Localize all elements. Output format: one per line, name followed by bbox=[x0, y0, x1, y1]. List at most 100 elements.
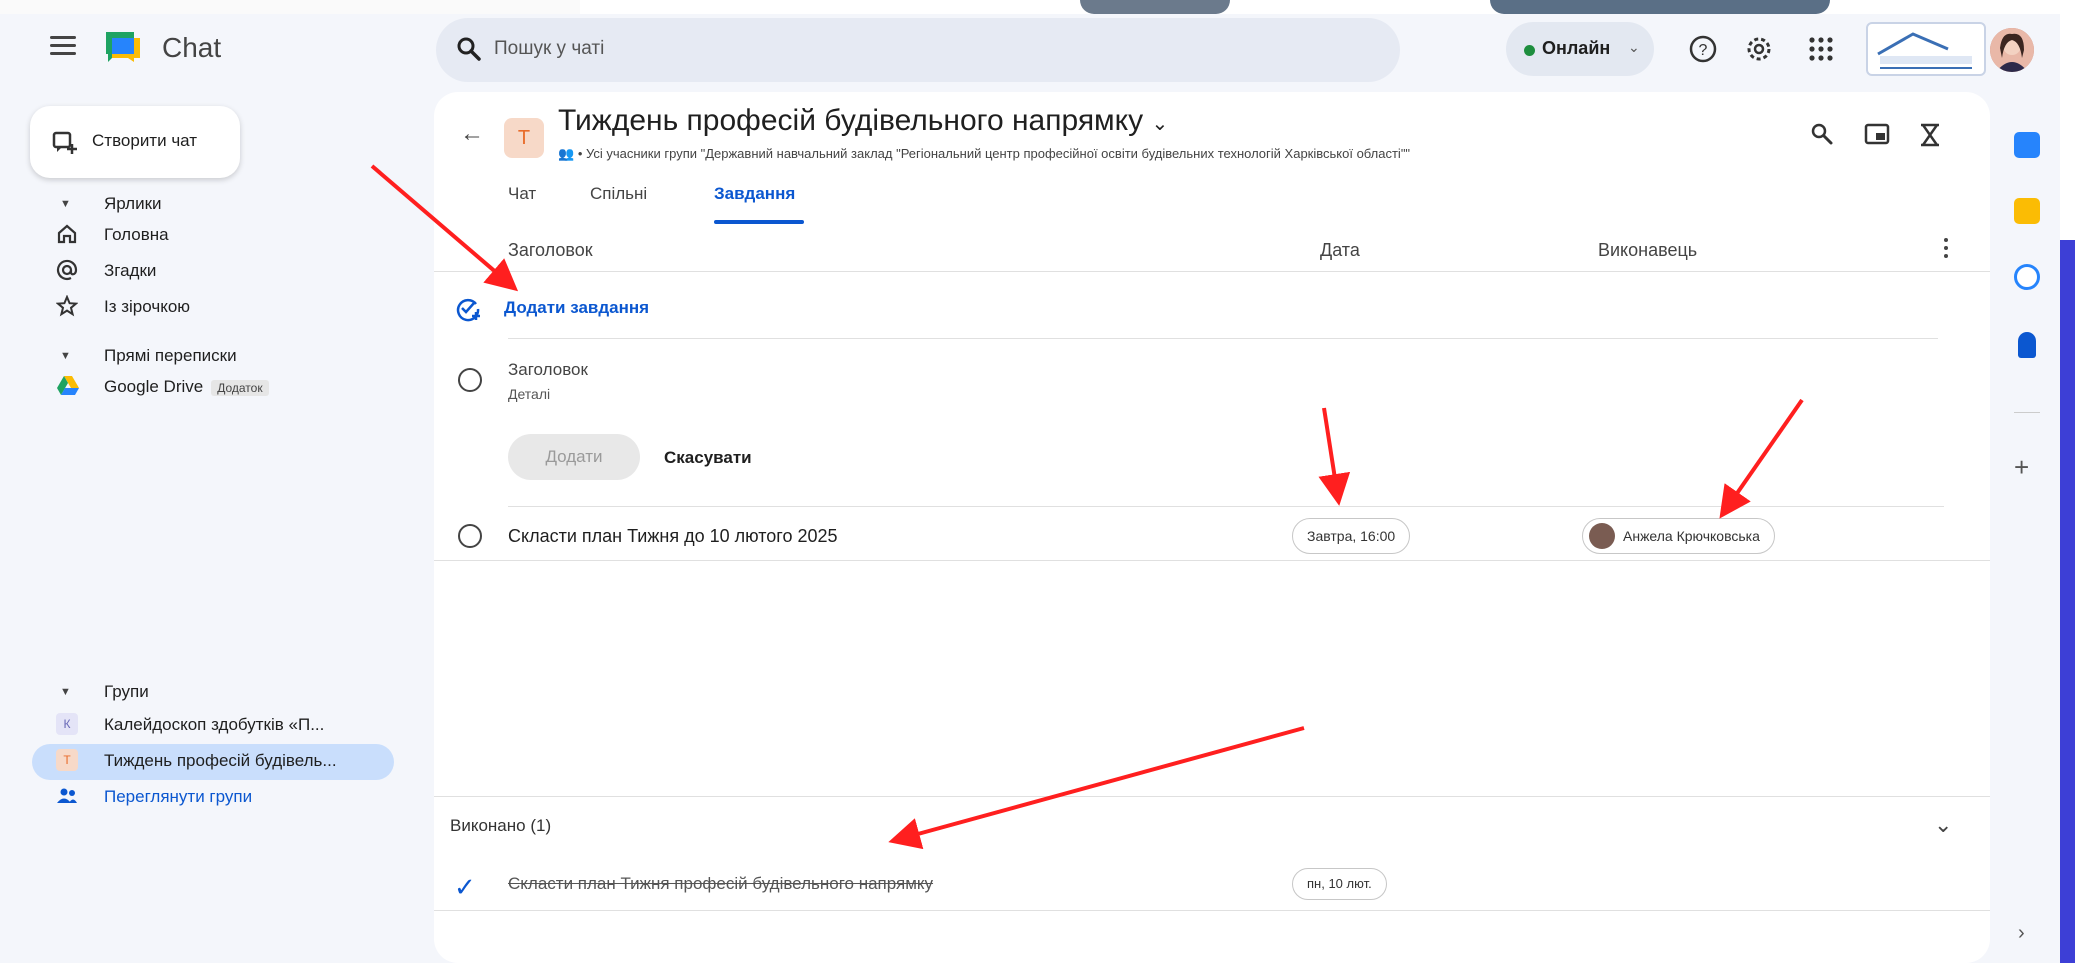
status-dot-icon bbox=[1524, 45, 1535, 56]
app-title: Chat bbox=[162, 32, 222, 63]
add-task-icon bbox=[454, 294, 482, 327]
task-complete-radio[interactable] bbox=[458, 368, 482, 392]
create-chat-button[interactable]: Створити чат bbox=[30, 106, 240, 178]
create-chat-label: Створити чат bbox=[92, 131, 198, 150]
search-icon bbox=[456, 36, 482, 67]
column-header-title[interactable]: Заголовок bbox=[508, 240, 593, 261]
chevron-down-icon: ⌄ bbox=[1151, 113, 1169, 135]
checkmark-icon[interactable]: ✓ bbox=[454, 872, 476, 903]
divider bbox=[2014, 412, 2040, 413]
more-options-icon[interactable] bbox=[1944, 238, 1950, 260]
task-complete-radio[interactable] bbox=[458, 524, 482, 548]
labels-section-header[interactable]: Ярлики bbox=[104, 194, 162, 214]
chevron-down-icon: ⌄ bbox=[1628, 39, 1640, 55]
sidebar-item-label: Калейдоскоп здобутків «П... bbox=[104, 715, 325, 734]
people-icon: 👥 bbox=[558, 146, 575, 161]
caret-down-icon[interactable]: ▼ bbox=[60, 350, 71, 362]
groups-section-header[interactable]: Групи bbox=[104, 682, 149, 702]
completed-section-header[interactable]: Виконано (1) bbox=[450, 816, 551, 836]
new-task-title-input[interactable]: Заголовок bbox=[508, 360, 588, 380]
side-apps-rail: + › bbox=[1994, 92, 2060, 962]
completed-task-title[interactable]: Скласти план Тижня професій будівельного… bbox=[508, 874, 933, 894]
search-bar[interactable]: Пошук у чаті bbox=[436, 18, 1400, 82]
contacts-icon[interactable] bbox=[2018, 332, 2036, 358]
background-decoration bbox=[1490, 0, 1830, 14]
tasks-table-header: Заголовок Дата Виконавець bbox=[434, 224, 1990, 272]
browse-groups-label: Переглянути групи bbox=[104, 787, 253, 806]
divider bbox=[508, 338, 1938, 339]
task-assignee-chip[interactable]: Анжела Крючковська bbox=[1582, 518, 1775, 554]
tab-shared[interactable]: Спільні bbox=[590, 184, 647, 204]
browse-groups-link[interactable]: Переглянути групи bbox=[56, 780, 396, 816]
people-icon bbox=[56, 785, 80, 809]
chevron-right-icon[interactable]: › bbox=[2018, 922, 2025, 945]
hourglass-icon[interactable] bbox=[1918, 122, 1946, 150]
search-icon[interactable] bbox=[1810, 122, 1838, 150]
sidebar-item-label: Згадки bbox=[104, 261, 157, 280]
direct-messages-section-header[interactable]: Прямі переписки bbox=[104, 346, 237, 366]
assignee-avatar bbox=[1589, 523, 1615, 549]
add-icon[interactable]: + bbox=[2014, 452, 2029, 483]
assignee-name: Анжела Крючковська bbox=[1623, 528, 1760, 544]
google-drive-icon bbox=[56, 375, 80, 399]
organization-logo[interactable] bbox=[1866, 22, 1986, 76]
app-tag: Додаток bbox=[211, 380, 269, 396]
space-title[interactable]: Тиждень професій будівельного напрямку ⌄ bbox=[558, 104, 1168, 138]
calendar-icon[interactable] bbox=[2014, 132, 2040, 158]
tab-tasks[interactable]: Завдання bbox=[714, 184, 795, 204]
user-avatar[interactable] bbox=[1990, 28, 2034, 72]
sidebar-item-home[interactable]: Головна bbox=[56, 218, 396, 254]
add-button[interactable]: Додати bbox=[508, 434, 640, 480]
add-task-label: Додати завдання bbox=[504, 298, 650, 317]
svg-text:?: ? bbox=[1699, 42, 1708, 59]
at-icon bbox=[56, 259, 80, 283]
completed-task-date-chip[interactable]: пн, 10 лют. bbox=[1292, 868, 1387, 900]
task-date-chip[interactable]: Завтра, 16:00 bbox=[1292, 518, 1411, 554]
sidebar-item-label: Тиждень професій будівель... bbox=[104, 751, 337, 770]
divider bbox=[434, 796, 1990, 797]
background-decoration bbox=[1080, 0, 1230, 14]
chat-app-window: Chat Пошук у чаті Онлайн ⌄ ? Створити ча… bbox=[0, 14, 2060, 963]
sidebar-item-label: Google Drive Додаток bbox=[104, 377, 269, 397]
menu-icon[interactable] bbox=[50, 36, 76, 56]
status-dropdown[interactable]: Онлайн ⌄ bbox=[1506, 22, 1654, 76]
column-header-assignee[interactable]: Виконавець bbox=[1598, 240, 1697, 261]
sidebar-item-group[interactable]: К Калейдоскоп здобутків «П... bbox=[56, 708, 396, 744]
sidebar-item-label: Із зірочкою bbox=[104, 297, 191, 316]
back-arrow-icon[interactable]: ← bbox=[460, 120, 484, 148]
new-task-details-input[interactable]: Деталі bbox=[508, 386, 550, 402]
caret-down-icon[interactable]: ▼ bbox=[60, 198, 71, 210]
caret-down-icon[interactable]: ▼ bbox=[60, 686, 71, 698]
chevron-down-icon[interactable]: ⌄ bbox=[1934, 812, 1952, 838]
sidebar-item-google-drive[interactable]: Google Drive Додаток bbox=[56, 370, 396, 406]
help-icon[interactable]: ? bbox=[1688, 34, 1718, 64]
divider bbox=[434, 560, 1990, 561]
keep-icon[interactable] bbox=[2014, 198, 2040, 224]
column-header-date[interactable]: Дата bbox=[1320, 240, 1360, 261]
sidebar-item-group-active[interactable]: Т Тиждень професій будівель... bbox=[32, 744, 394, 780]
tab-chat[interactable]: Чат bbox=[508, 184, 536, 204]
sidebar-item-starred[interactable]: Із зірочкою bbox=[55, 290, 396, 326]
picture-in-picture-icon[interactable] bbox=[1864, 122, 1892, 150]
status-label: Онлайн bbox=[1542, 38, 1611, 58]
search-input[interactable]: Пошук у чаті bbox=[494, 38, 604, 60]
gear-icon[interactable] bbox=[1744, 34, 1774, 64]
sidebar-item-label: Головна bbox=[104, 225, 169, 244]
apps-grid-icon[interactable] bbox=[1806, 34, 1836, 64]
star-icon bbox=[55, 294, 80, 319]
new-chat-icon bbox=[52, 130, 78, 161]
sidebar-item-mentions[interactable]: Згадки bbox=[56, 254, 396, 290]
space-avatar: Т bbox=[504, 118, 544, 158]
divider bbox=[508, 506, 1944, 507]
cancel-button[interactable]: Скасувати bbox=[664, 448, 752, 468]
group-avatar: Т bbox=[56, 749, 80, 773]
task-title[interactable]: Скласти план Тижня до 10 лютого 2025 bbox=[508, 526, 838, 547]
sidebar: Створити чат ▼ Ярлики Головна Згадки Із … bbox=[0, 92, 420, 962]
tasks-icon[interactable] bbox=[2014, 264, 2040, 290]
main-panel: ← Т Тиждень професій будівельного напрям… bbox=[434, 92, 1990, 963]
divider bbox=[434, 910, 1990, 911]
chat-logo-icon bbox=[104, 30, 142, 66]
app-header: Chat Пошук у чаті Онлайн ⌄ ? bbox=[0, 14, 2060, 92]
space-members-subtitle[interactable]: 👥 • Усі учасники групи "Державний навчал… bbox=[558, 146, 1410, 162]
home-icon bbox=[56, 223, 80, 247]
